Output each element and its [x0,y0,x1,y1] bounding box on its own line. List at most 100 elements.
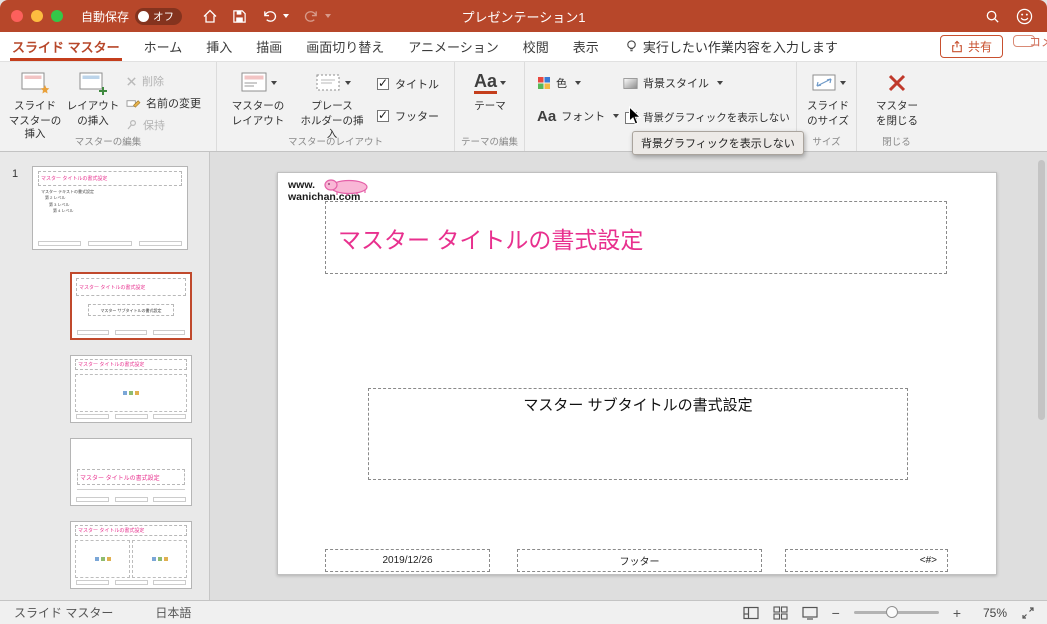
insert-slide-master-button[interactable]: スライド マスターの挿入 [6,68,64,141]
title-placeholder-text: マスター タイトルの書式設定 [338,226,644,253]
colors-label: 色 [556,78,567,90]
tab-transitions[interactable]: 画面切り替え [294,32,396,61]
home-button[interactable] [202,8,218,24]
date-placeholder-text: 2019/12/26 [382,555,433,566]
thumb-footer-row [76,497,186,502]
thumbnail-title-layout[interactable]: マスター タイトルの書式設定 マスター サブタイトルの書式設定 [70,272,192,340]
fonts-button[interactable]: Aa フォント [537,108,620,124]
search-button[interactable] [985,9,1000,24]
share-icon [952,40,962,53]
undo-button[interactable] [261,9,290,24]
tab-animations[interactable]: アニメーション [396,32,510,61]
slide-number-label: 1 [12,168,19,180]
zoom-slider[interactable] [853,606,939,618]
footer-checkbox[interactable]: フッター [377,108,439,124]
insert-layout-button[interactable]: レイアウト の挿入 [64,68,122,128]
close-master-button[interactable]: マスター を閉じる [868,68,926,128]
redo-dropdown-icon [325,14,332,18]
date-placeholder[interactable]: 2019/12/26 [325,549,490,572]
slide-master-editing-surface[interactable]: www. wanichan.com マスター タイトルの書式設定 マスター サブ… [277,172,997,575]
thumbnail-master[interactable]: マスター タイトルの書式設定 マスター テキストの書式設定 第 2 レベル 第 … [32,166,188,250]
tab-draw[interactable]: 描画 [244,32,294,61]
comments-button[interactable]: コメント [1013,35,1047,49]
slide-size-icon [812,74,835,91]
slide-canvas: www. wanichan.com マスター タイトルの書式設定 マスター サブ… [210,152,1047,600]
footer-placeholder[interactable]: フッター [517,549,762,572]
subtitle-placeholder-text: マスター サブタイトルの書式設定 [523,397,753,414]
btn-label-line: マスター [876,100,918,112]
zoom-slider-knob[interactable] [886,606,899,618]
thumbnail-two-content-layout[interactable]: マスター タイトルの書式設定 [70,521,192,589]
zoom-level[interactable]: 75% [975,606,1007,620]
footer-checkbox-box[interactable] [377,108,389,122]
close-window-button[interactable] [11,10,23,22]
title-placeholder[interactable]: マスター タイトルの書式設定 [325,201,947,274]
slide-sorter-view-button[interactable] [773,605,788,620]
tab-insert[interactable]: 挿入 [194,32,244,61]
thumb-title-text: マスター タイトルの書式設定 [80,475,160,482]
redo-button[interactable] [303,9,332,24]
zoom-in-button[interactable]: + [953,605,961,621]
normal-view-button[interactable] [743,606,759,620]
tab-view[interactable]: 表示 [561,32,611,61]
undo-dropdown-icon[interactable] [283,14,290,18]
rename-button[interactable]: 名前の変更 [126,95,201,111]
btn-label-line: スライド [807,100,849,112]
autosave-label: 自動保存 [81,9,130,24]
save-button[interactable] [232,9,247,24]
group-master-layout: マスターの レイアウト プレース ホルダーの挿入 タイトル フッター マスターの… [216,62,454,151]
group-master-edit: スライド マスターの挿入 レイアウト の挿入 削除 名前の変更 保持 マスターの… [0,62,216,151]
titlebar: 自動保存 オフ プレゼンテーション1 [0,0,1047,32]
redo-icon [304,10,317,22]
delete-button[interactable]: 削除 [126,73,164,89]
ribbon: スライド マスターの挿入 レイアウト の挿入 削除 名前の変更 保持 マスターの… [0,62,1047,155]
tell-me-hint: 実行したい作業内容を入力します [642,40,838,55]
slidenumber-placeholder[interactable]: <#> [785,549,948,572]
close-master-icon [888,74,906,92]
toggle-knob-icon [138,10,150,22]
vertical-scrollbar[interactable] [1038,160,1045,420]
save-icon [233,9,246,23]
title-checkbox-box[interactable] [377,76,389,90]
search-icon [986,10,999,23]
preserve-button[interactable]: 保持 [126,117,165,133]
tell-me-box[interactable]: 実行したい作業内容を入力します [625,37,838,56]
btn-label-line: のサイズ [807,115,849,128]
minimize-window-button[interactable] [31,10,43,22]
slidenumber-placeholder-text: <#> [919,555,937,566]
master-layout-button[interactable]: マスターの レイアウト [227,68,289,128]
language-button[interactable]: 日本語 [155,604,191,621]
slide-size-button[interactable]: スライド のサイズ [799,68,857,128]
btn-label-line: プレース [311,100,353,112]
share-button[interactable]: 共有 [939,35,1003,58]
hide-background-graphics-checkbox[interactable]: 背景グラフィックを表示しない [625,110,790,125]
status-bar: スライド マスター 日本語 − + 75% [0,600,1047,624]
thumb-footer-row [76,414,186,419]
background-styles-button[interactable]: 背景スタイル [623,75,723,91]
feedback-button[interactable] [1016,8,1033,25]
fit-slide-button[interactable] [1021,606,1035,620]
rename-label: 名前の変更 [146,98,201,110]
tooltip: 背景グラフィックを表示しない [632,131,804,155]
tab-slide-master[interactable]: スライド マスター [0,32,132,61]
subtitle-placeholder[interactable]: マスター サブタイトルの書式設定 [368,388,908,480]
insert-slide-master-icon [21,72,50,93]
colors-button[interactable]: 色 [537,75,581,91]
thumbnail-content-layout[interactable]: マスター タイトルの書式設定 [70,355,192,423]
tab-review[interactable]: 校閲 [511,32,561,61]
background-styles-icon [623,77,638,89]
title-checkbox[interactable]: タイトル [377,76,439,92]
btn-label-line: を閉じる [876,115,918,128]
zoom-out-button[interactable]: − [832,605,840,621]
tab-home[interactable]: ホーム [132,32,195,61]
normal-view-icon [743,606,759,619]
autosave-toggle[interactable]: オフ [135,7,183,25]
master-layout-dropdown-icon [270,81,277,85]
themes-button[interactable]: Aa テーマ [461,68,519,113]
autosave-control[interactable]: 自動保存 オフ [81,7,183,25]
colors-icon [538,77,550,89]
slideshow-view-button[interactable] [802,606,818,620]
insert-placeholder-button[interactable]: プレース ホルダーの挿入 [297,68,367,141]
maximize-window-button[interactable] [51,10,63,22]
thumbnail-section-layout[interactable]: マスター タイトルの書式設定 [70,438,192,506]
